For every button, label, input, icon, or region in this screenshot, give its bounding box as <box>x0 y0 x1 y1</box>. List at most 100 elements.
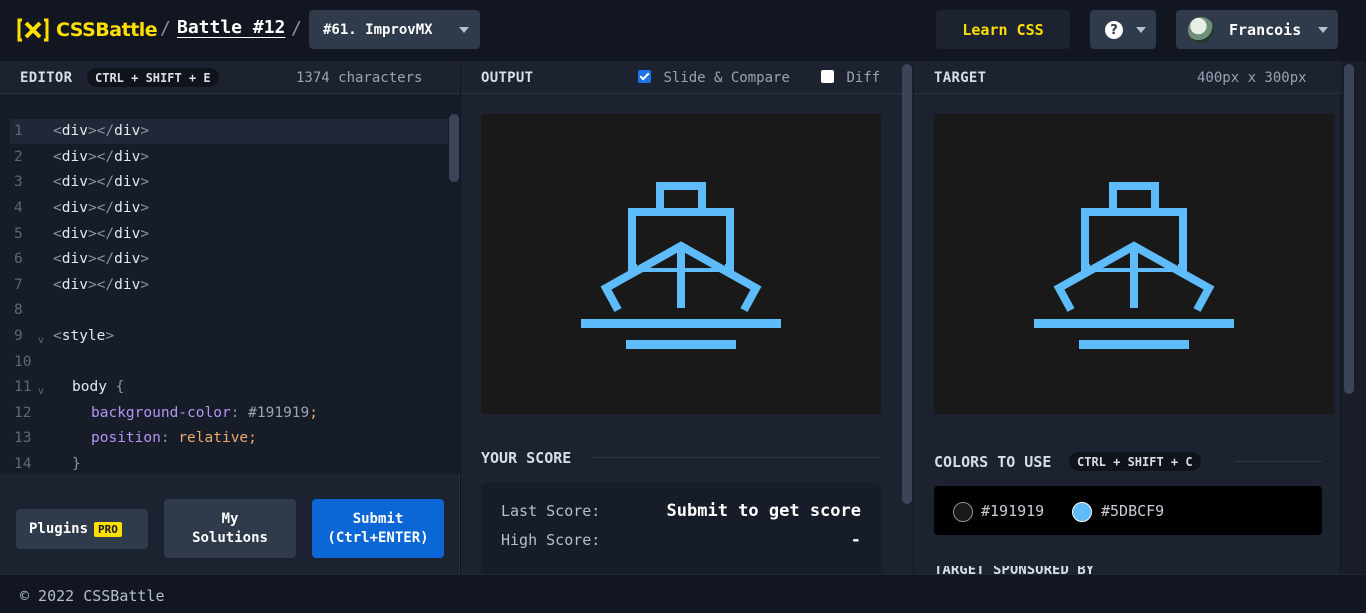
line-number: 12 <box>14 405 32 421</box>
editor-scrollbar[interactable] <box>449 114 459 182</box>
plugins-label: Plugins <box>29 521 89 537</box>
code-line[interactable]: 10 <box>10 350 448 375</box>
color-hex-label[interactable]: #5DBCF9 <box>1101 502 1164 520</box>
code-tag: div <box>61 251 88 267</box>
code-tag: div <box>61 149 88 165</box>
code-line[interactable]: 11 v body { <box>10 375 448 400</box>
page-scrollbar-thumb[interactable] <box>1344 64 1354 394</box>
color-palette: #191919 #5DBCF9 <box>934 486 1322 535</box>
target-panel: COLORS TO USE CTRL + SHIFT + C #191919 #… <box>914 94 1340 574</box>
breadcrumb-separator: / <box>291 18 302 39</box>
code-line[interactable]: 9 v <style> <box>10 324 448 349</box>
code-tag: div <box>114 123 141 139</box>
code-property: position <box>91 430 161 446</box>
output-scrollbar[interactable] <box>902 64 912 504</box>
slide-compare-checkbox[interactable] <box>638 70 651 83</box>
editor-shortcut-badge: CTRL + SHIFT + E <box>87 68 219 87</box>
last-score-value: Submit to get score <box>666 501 861 521</box>
line-number: 3 <box>14 174 23 190</box>
code-line[interactable]: 12 background-color: #191919; <box>10 401 448 426</box>
breadcrumb-battle-link[interactable]: Battle #12 <box>177 17 285 38</box>
code-tag: div <box>61 200 88 216</box>
top-bar: CSSBattle / Battle #12 / #61. ImprovMX L… <box>0 0 1366 61</box>
code-tag: style <box>61 328 106 344</box>
slide-compare-label: Slide & Compare <box>663 70 790 86</box>
submit-button[interactable]: Submit (Ctrl+ENTER) <box>312 499 444 558</box>
output-header: OUTPUT Slide & Compare Diff <box>461 61 913 94</box>
code-editor[interactable]: 1 <div></div> 2 <div></div> 3 <div></div> 4… <box>0 94 460 474</box>
code-tag: div <box>114 277 141 293</box>
submit-label-line2: (Ctrl+ENTER) <box>327 529 429 546</box>
your-score-heading: YOUR SCORE <box>481 449 572 467</box>
learn-css-button[interactable]: Learn CSS <box>936 10 1070 49</box>
code-brace: } <box>72 456 81 472</box>
user-name: Francois <box>1229 21 1302 39</box>
diff-toggle[interactable]: Diff <box>821 70 880 86</box>
code-value: relative <box>178 430 249 446</box>
line-number: 14 <box>14 456 32 472</box>
divider <box>591 457 881 458</box>
my-solutions-label-line2: Solutions <box>192 529 268 546</box>
high-score-label: High Score: <box>501 531 601 549</box>
target-title: TARGET <box>934 70 987 86</box>
line-number: 8 <box>14 302 23 318</box>
colors-shortcut-badge: CTRL + SHIFT + C <box>1069 452 1201 471</box>
code-line[interactable]: 3 <div></div> <box>10 170 448 195</box>
chevron-down-icon <box>1136 27 1146 33</box>
code-line[interactable]: 5 <div></div> <box>10 222 448 247</box>
high-score-value: - <box>850 530 861 550</box>
cssbattle-logo[interactable]: CSSBattle <box>16 16 158 44</box>
code-line[interactable]: 1 <div></div> <box>10 119 448 144</box>
color-swatch-dark[interactable] <box>953 502 973 522</box>
code-line[interactable]: 14} <box>10 452 448 474</box>
color-hex-label[interactable]: #191919 <box>981 502 1044 520</box>
colors-heading: COLORS TO USE <box>934 453 1052 471</box>
footer: © 2022 CSSBattle <box>0 574 1366 613</box>
my-solutions-button[interactable]: My Solutions <box>164 499 296 558</box>
line-number: 4 <box>14 200 23 216</box>
code-line[interactable]: 7 <div></div> <box>10 273 448 298</box>
line-number: 10 <box>14 354 32 370</box>
avatar <box>1188 17 1214 43</box>
line-number: 9 <box>14 328 23 344</box>
code-line[interactable]: 13 position: relative; <box>10 426 448 451</box>
code-tag: div <box>114 200 141 216</box>
code-line[interactable]: 2 <div></div> <box>10 145 448 170</box>
line-number: 1 <box>14 123 23 139</box>
code-tag: div <box>114 174 141 190</box>
last-score-label: Last Score: <box>501 502 601 520</box>
sponsor-heading: TARGET SPONSORED BY <box>934 566 1095 574</box>
diff-label: Diff <box>846 70 881 86</box>
copyright-text: © 2022 CSSBattle <box>20 587 165 605</box>
pro-badge: PRO <box>94 521 122 537</box>
line-number: 11 <box>14 379 32 395</box>
line-number: 6 <box>14 251 23 267</box>
color-swatch-blue[interactable] <box>1072 502 1092 522</box>
editor-panel: 1 <div></div> 2 <div></div> 3 <div></div> 4… <box>0 94 460 574</box>
slide-compare-toggle[interactable]: Slide & Compare <box>638 70 790 86</box>
breadcrumb-separator: / <box>160 18 171 39</box>
code-line[interactable]: 4 <div></div> <box>10 196 448 221</box>
diff-checkbox[interactable] <box>821 70 834 83</box>
target-select-label: #61. ImprovMX <box>323 21 433 38</box>
plugins-button[interactable]: Plugins PRO <box>16 509 148 549</box>
score-card: Last Score: Submit to get score High Sco… <box>481 483 881 578</box>
code-value: #191919 <box>248 405 310 421</box>
target-select-dropdown[interactable]: #61. ImprovMX <box>309 10 480 49</box>
character-count: 1374 characters <box>296 70 423 86</box>
output-preview[interactable] <box>481 114 881 414</box>
logo-icon <box>17 18 49 42</box>
line-number: 7 <box>14 277 23 293</box>
code-line[interactable]: 6 <div></div> <box>10 247 448 272</box>
code-line[interactable]: 8 <box>10 298 448 323</box>
output-panel: YOUR SCORE Last Score: Submit to get sco… <box>461 94 913 578</box>
target-header: TARGET 400px x 300px <box>914 61 1341 94</box>
submit-label-line1: Submit <box>352 510 404 527</box>
target-size: 400px x 300px <box>1197 70 1307 86</box>
user-menu-button[interactable]: Francois <box>1176 10 1338 49</box>
editor-title: EDITOR <box>20 70 73 86</box>
target-image <box>934 114 1334 414</box>
code-tag: div <box>61 226 88 242</box>
help-dropdown-button[interactable]: ? <box>1090 10 1156 49</box>
code-tag: div <box>61 277 88 293</box>
